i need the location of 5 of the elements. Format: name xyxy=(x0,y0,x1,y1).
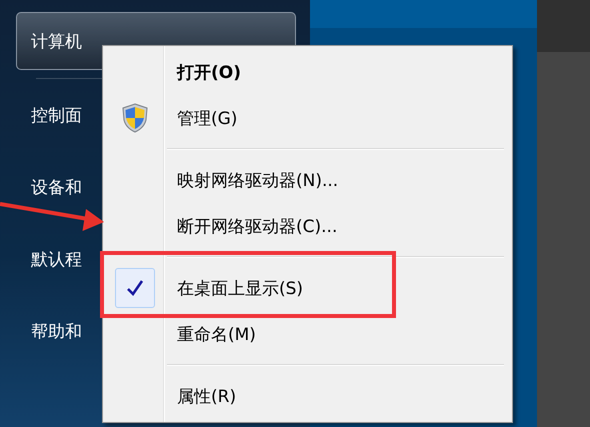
menu-item[interactable]: 断开网络驱动器(C)... xyxy=(105,203,510,249)
menu-item[interactable]: 属性(R) xyxy=(105,373,510,419)
menu-item[interactable]: 映射网络驱动器(N)... xyxy=(105,157,510,203)
menu-item[interactable]: 管理(G) xyxy=(105,95,510,141)
menu-item[interactable]: 在桌面上显示(S) xyxy=(105,265,510,311)
